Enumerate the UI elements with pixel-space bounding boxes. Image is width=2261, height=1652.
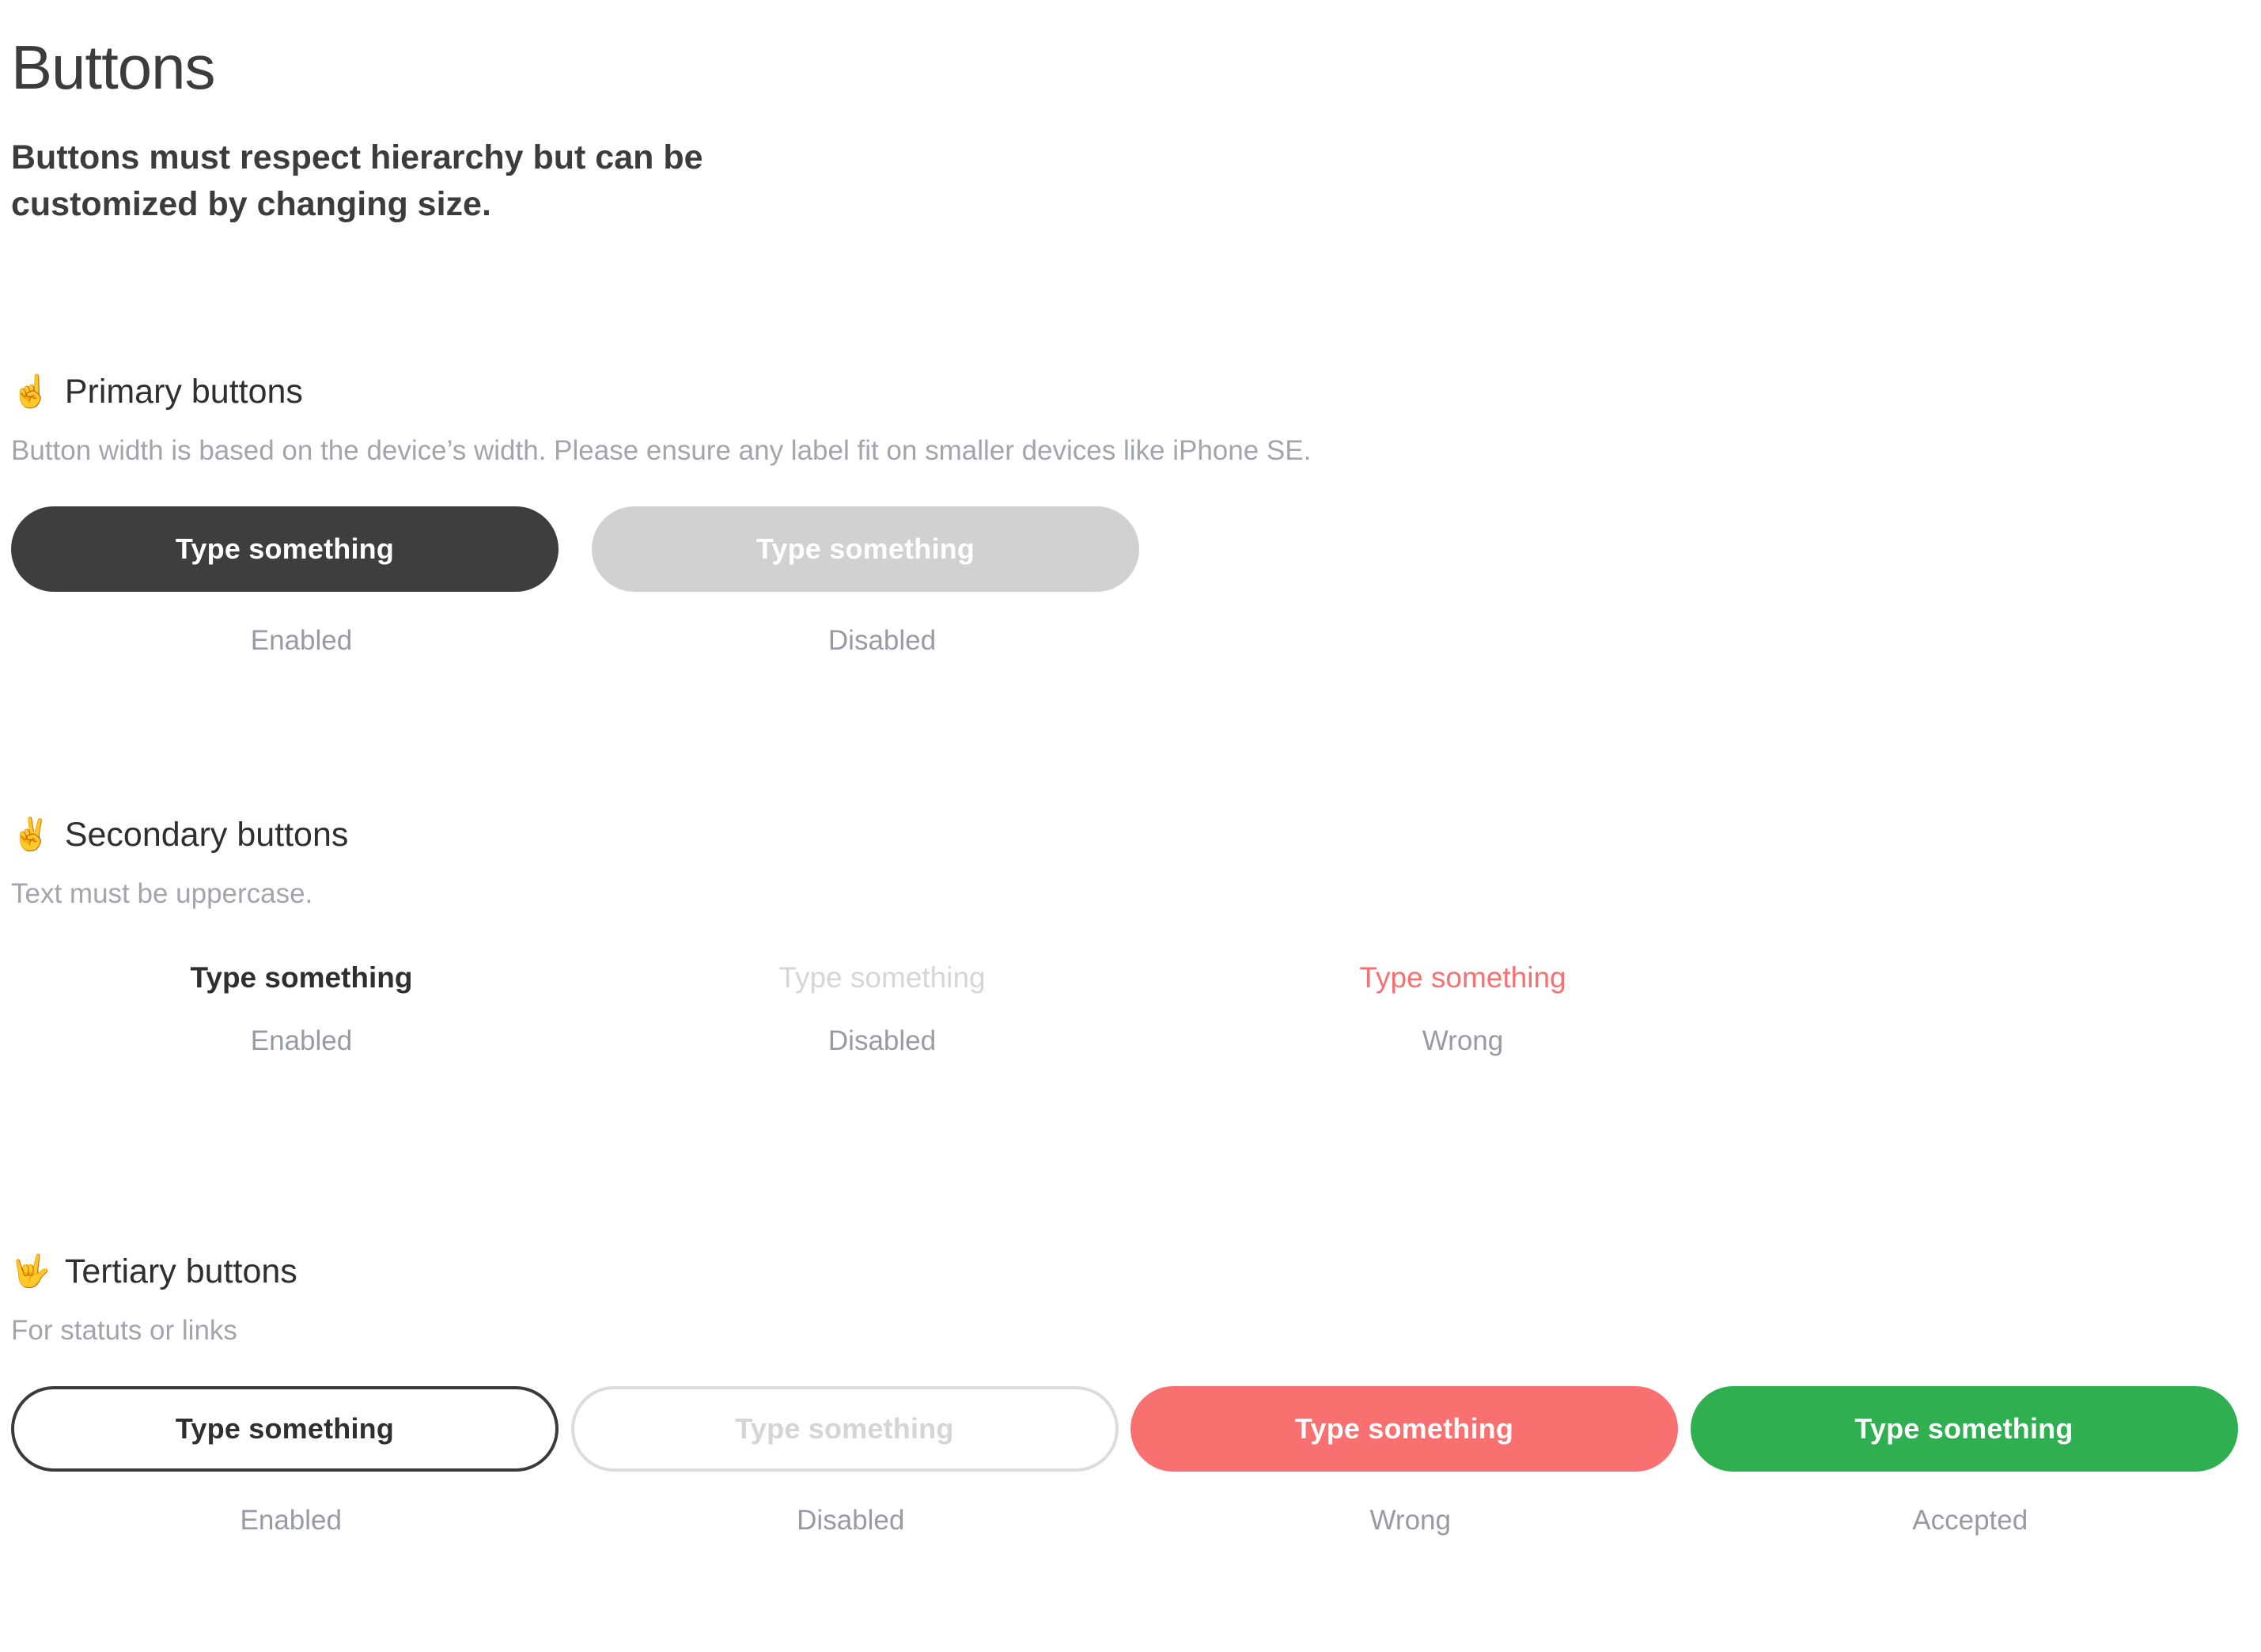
buttons-style-guide-page: Buttons Buttons must respect hierarchy b… (0, 0, 2261, 1652)
tertiary-wrong-cell: Type something Wrong (1130, 1386, 1691, 1538)
secondary-wrong-cell: Type something Wrong (1172, 949, 1753, 1059)
primary-enabled-cell: Type something Enabled (11, 506, 592, 658)
section-tertiary-buttons: 🤟 Tertiary buttons For statuts or links … (11, 1252, 2250, 1538)
primary-buttons-row: Type something Enabled Type something Di… (11, 468, 2250, 658)
tertiary-accepted-cell: Type something Accepted (1690, 1386, 2251, 1538)
tertiary-enabled-caption: Enabled (240, 1505, 342, 1536)
section-secondary-buttons: ✌️ Secondary buttons Text must be upperc… (11, 815, 2250, 1059)
secondary-enabled-cell: Type something Enabled (11, 949, 592, 1059)
section-heading-label-tertiary: Tertiary buttons (64, 1252, 297, 1290)
page-subtitle: Buttons must respect hierarchy but can b… (11, 138, 703, 223)
index-pointing-up-emoji: ☝️ (11, 374, 51, 409)
primary-disabled-caption: Disabled (828, 625, 937, 656)
secondary-disabled-cell: Type something Disabled (592, 949, 1172, 1059)
victory-hand-emoji: ✌️ (11, 817, 51, 852)
tertiary-enabled-button[interactable]: Type something (11, 1386, 559, 1472)
tertiary-buttons-row: Type something Enabled Type something Di… (11, 1348, 2250, 1538)
section-description-tertiary: For statuts or links (11, 1315, 237, 1346)
tertiary-enabled-cell: Type something Enabled (11, 1386, 571, 1538)
secondary-wrong-caption: Wrong (1422, 1025, 1504, 1056)
primary-disabled-button: Type something (592, 506, 1139, 592)
secondary-disabled-caption: Disabled (828, 1025, 937, 1056)
primary-enabled-button[interactable]: Type something (11, 506, 559, 592)
tertiary-wrong-caption: Wrong (1369, 1505, 1451, 1536)
page-title: Buttons (11, 32, 216, 102)
section-heading-label-primary: Primary buttons (64, 373, 303, 411)
tertiary-disabled-button: Type something (570, 1386, 1119, 1472)
tertiary-disabled-cell: Type something Disabled (570, 1386, 1131, 1538)
section-heading-primary: ☝️ Primary buttons (11, 372, 2250, 411)
section-heading-secondary: ✌️ Secondary buttons (11, 815, 2250, 854)
tertiary-disabled-caption: Disabled (797, 1505, 905, 1536)
secondary-buttons-row: Type something Enabled Type something Di… (11, 911, 2250, 1059)
secondary-disabled-button: Type something (592, 949, 1172, 1006)
tertiary-accepted-button[interactable]: Type something (1690, 1386, 2238, 1472)
primary-disabled-cell: Type something Disabled (592, 506, 1172, 658)
primary-enabled-caption: Enabled (250, 625, 353, 656)
section-description-primary: Button width is based on the device’s wi… (11, 435, 1312, 466)
section-heading-label-secondary: Secondary buttons (64, 816, 349, 854)
secondary-enabled-button[interactable]: Type something (11, 949, 592, 1006)
secondary-wrong-button[interactable]: Type something (1172, 949, 1753, 1006)
secondary-enabled-caption: Enabled (250, 1025, 353, 1056)
tertiary-wrong-button[interactable]: Type something (1130, 1386, 1678, 1472)
section-heading-tertiary: 🤟 Tertiary buttons (11, 1252, 2250, 1291)
tertiary-accepted-caption: Accepted (1912, 1505, 2028, 1536)
section-description-secondary: Text must be uppercase. (11, 878, 313, 909)
love-you-gesture-emoji: 🤟 (11, 1254, 51, 1289)
section-primary-buttons: ☝️ Primary buttons Button width is based… (11, 372, 2250, 658)
